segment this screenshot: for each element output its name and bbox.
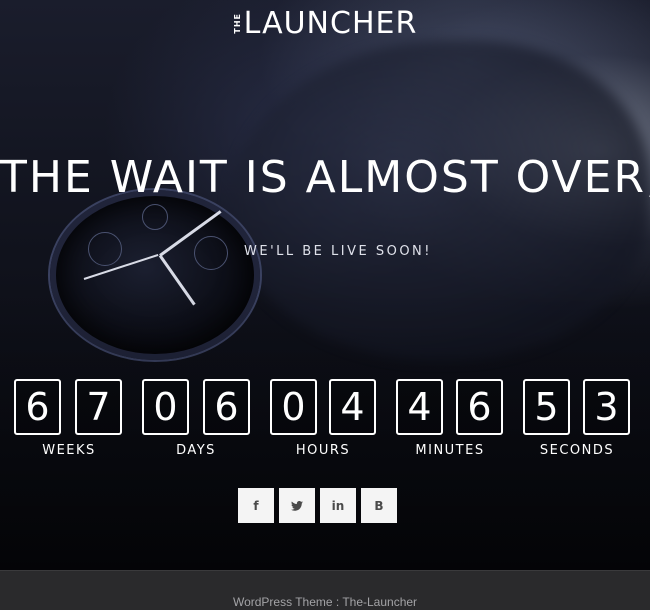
blogger-icon: B: [374, 498, 384, 513]
blogger-button[interactable]: B: [361, 488, 397, 523]
watch-hand: [83, 253, 159, 280]
countdown-digit: 4: [329, 379, 376, 435]
hero-background: [0, 0, 650, 570]
countdown-label: WEEKS: [42, 443, 96, 458]
twitter-icon: [291, 500, 303, 511]
countdown-digit: 6: [203, 379, 250, 435]
linkedin-icon: in: [331, 498, 345, 513]
watch-subdial: [194, 236, 228, 270]
countdown-timer: 6 7 WEEKS 0 6 DAYS 0 4 HOURS 4 6 MINUTES…: [0, 379, 650, 459]
countdown-label: SECONDS: [539, 443, 615, 458]
countdown-digit: 6: [14, 379, 61, 435]
countdown-digit: 0: [142, 379, 189, 435]
countdown-digit: 3: [583, 379, 630, 435]
countdown-label: HOURS: [295, 443, 351, 458]
countdown-digit: 4: [396, 379, 443, 435]
twitter-button[interactable]: [279, 488, 315, 523]
site-logo[interactable]: THE LAUNCHER: [0, 6, 650, 41]
site-footer: WordPress Theme : The-Launcher: [0, 570, 650, 610]
countdown-digit: 6: [456, 379, 503, 435]
smartwatch-image: [50, 190, 260, 360]
logo-prefix: THE: [232, 13, 242, 34]
countdown-digit: 5: [523, 379, 570, 435]
linkedin-button[interactable]: in: [320, 488, 356, 523]
page-headline: THE WAIT IS ALMOST OVER,: [0, 152, 650, 203]
page-subheadline: WE'LL BE LIVE SOON!: [244, 244, 432, 259]
logo-name: LAUNCHER: [243, 6, 418, 41]
countdown-label: DAYS: [176, 443, 216, 458]
watch-hand: [158, 254, 196, 306]
countdown-digit: 7: [75, 379, 122, 435]
social-links: f in B: [238, 488, 397, 523]
watch-hand: [159, 210, 222, 257]
watch-subdial: [142, 204, 168, 230]
facebook-icon: f: [253, 498, 259, 513]
footer-credit[interactable]: WordPress Theme : The-Launcher: [0, 595, 650, 609]
countdown-digit: 0: [270, 379, 317, 435]
facebook-button[interactable]: f: [238, 488, 274, 523]
countdown-label: MINUTES: [415, 443, 485, 458]
watch-subdial: [88, 232, 122, 266]
